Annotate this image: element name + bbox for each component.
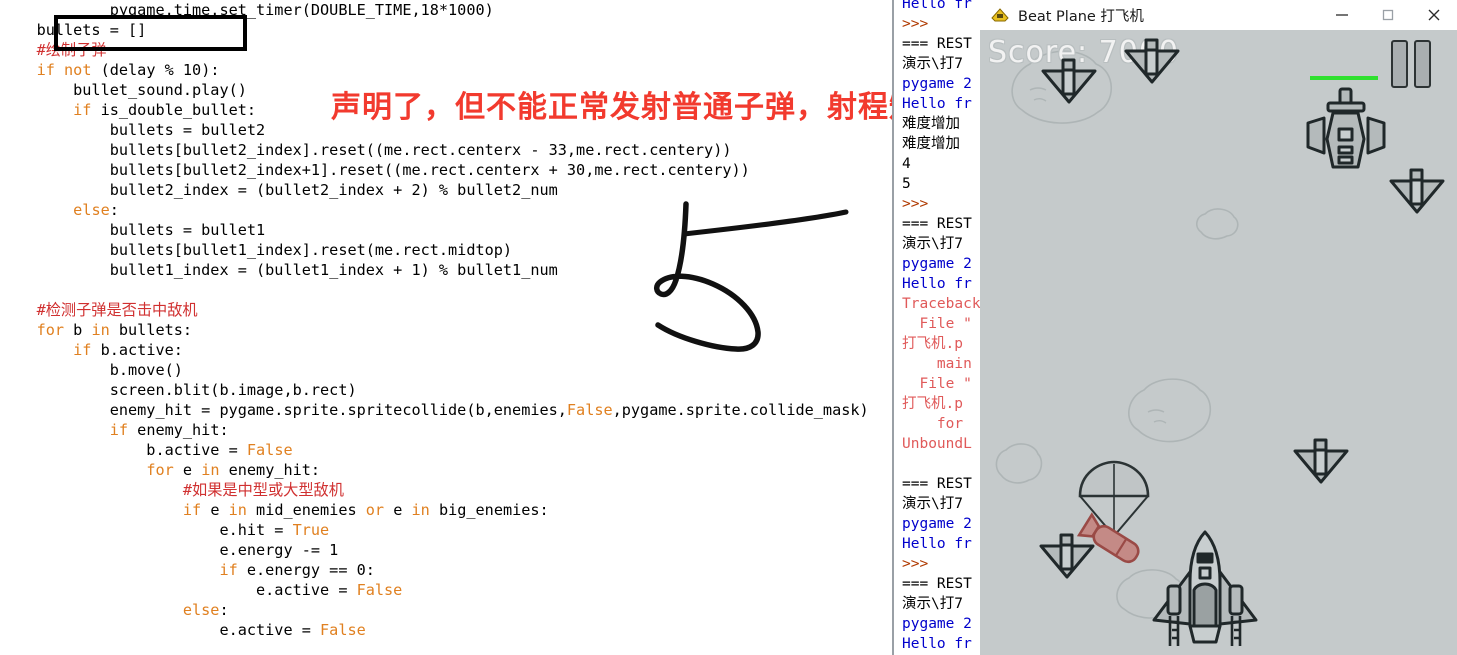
shell-line: Hello fr xyxy=(902,536,972,552)
shell-line: UnboundL xyxy=(902,436,972,452)
shell-line: === REST xyxy=(902,36,972,52)
red-text-annotation: 声明了，但不能正常发射普通子弹，射程短 xyxy=(331,90,892,125)
enemy-health-bar xyxy=(1310,76,1378,80)
maximize-button[interactable] xyxy=(1365,0,1411,30)
shell-line: Hello fr xyxy=(902,96,972,112)
code-line: bullet1_index = (bullet1_index + 1) % bu… xyxy=(0,261,558,279)
idle-shell-window[interactable]: Hello fr >>> === REST 演示\打7 pygame 2 Hello f… xyxy=(892,0,980,655)
shell-line: 4 xyxy=(902,156,911,172)
shell-line: 难度增加 xyxy=(902,116,960,132)
code-line: if enemy_hit: xyxy=(109,421,229,439)
shell-line: 演示\打7 xyxy=(902,236,963,252)
shell-line: 5 xyxy=(902,176,911,192)
shell-line: Traceback xyxy=(902,296,980,312)
shell-line: === REST xyxy=(902,216,972,232)
code-line: if b.active: xyxy=(73,341,183,359)
game-canvas[interactable]: Score: 7000 xyxy=(980,30,1457,655)
code-line: if not (delay % 10): xyxy=(36,61,220,79)
shell-line: 演示\打7 xyxy=(902,56,963,72)
shell-line: >>> xyxy=(902,196,937,212)
big-enemy-plane-sprite xyxy=(1306,87,1386,169)
code-line: enemy_hit = pygame.sprite.spritecollide(… xyxy=(0,401,869,419)
small-enemy-plane-sprite xyxy=(1041,58,1097,104)
parachute-supply-sprite xyxy=(1076,460,1150,564)
shell-line: 演示\打7 xyxy=(902,596,963,612)
code-line: else: xyxy=(182,601,229,619)
shell-line: === REST xyxy=(902,476,972,492)
shell-line: === REST xyxy=(902,576,972,592)
code-line: bullets[bullet1_index].reset(me.rect.mid… xyxy=(0,241,513,259)
code-line: bullet2_index = (bullet2_index + 2) % bu… xyxy=(0,181,558,199)
code-line: if e.energy == 0: xyxy=(219,561,375,579)
cloud-decoration xyxy=(1196,208,1239,240)
code-line: b.active = False xyxy=(0,441,293,459)
code-line: for b in bullets: xyxy=(36,321,193,339)
game-title-bar[interactable]: Beat Plane 打飞机 xyxy=(980,0,1457,30)
shell-line: for xyxy=(902,416,964,432)
highlight-box-annotation xyxy=(54,15,247,51)
player-ship-sprite xyxy=(1152,530,1258,646)
code-line: bullets[bullet2_index+1].reset((me.rect.… xyxy=(0,161,750,179)
code-line: b.move() xyxy=(0,361,183,379)
shell-line: Hello fr xyxy=(902,636,972,652)
shell-line: Hello fr xyxy=(902,0,972,12)
code-line: e.active = False xyxy=(0,581,403,599)
pause-bar-right xyxy=(1414,40,1431,88)
shell-line: Hello fr xyxy=(902,276,972,292)
game-window[interactable]: Beat Plane 打飞机 Score: 7000 xyxy=(980,0,1457,655)
code-line: e.energy -= 1 xyxy=(0,541,339,559)
small-enemy-plane-sprite xyxy=(1293,438,1349,484)
shell-line: pygame 2 xyxy=(902,616,972,632)
minimize-button[interactable] xyxy=(1319,0,1365,30)
code-line: else: xyxy=(73,201,119,219)
shell-line: >>> xyxy=(902,16,937,32)
close-button[interactable] xyxy=(1411,0,1457,30)
shell-line: pygame 2 xyxy=(902,516,972,532)
shell-output-text[interactable]: Hello fr >>> === REST 演示\打7 pygame 2 Hello f… xyxy=(902,0,980,654)
shell-line: 难度增加 xyxy=(902,136,960,152)
game-title-text: Beat Plane 打飞机 xyxy=(1018,8,1144,25)
code-line: bullets[bullet2_index].reset((me.rect.ce… xyxy=(0,141,732,159)
shell-line: File " xyxy=(902,316,972,332)
shell-line: 演示\打7 xyxy=(902,496,963,512)
code-line: #检测子弹是否击中敌机 xyxy=(0,301,198,319)
code-line: bullets = bullet1 xyxy=(0,221,266,239)
pause-bar-left xyxy=(1391,40,1408,88)
shell-line: File " xyxy=(902,376,972,392)
small-enemy-plane-sprite xyxy=(1389,168,1445,214)
code-line: e.active = False xyxy=(0,621,366,639)
shell-line: pygame 2 xyxy=(902,256,972,272)
window-controls[interactable] xyxy=(1319,0,1457,30)
app-icon xyxy=(991,8,1009,22)
shell-line: main xyxy=(902,356,972,372)
code-line: e.hit = True xyxy=(0,521,330,539)
shell-line: >>> xyxy=(902,556,937,572)
cloud-decoration xyxy=(1128,378,1212,443)
pause-button[interactable] xyxy=(1391,40,1435,88)
shell-line: 打飞机.p xyxy=(902,336,963,352)
shell-line: pygame 2 xyxy=(902,76,972,92)
code-line: for e in enemy_hit: xyxy=(146,461,321,479)
small-enemy-plane-sprite xyxy=(1124,38,1180,84)
cloud-decoration xyxy=(995,443,1043,484)
code-line: #如果是中型或大型敌机 xyxy=(0,481,344,499)
code-editor-window[interactable]: pygame.time.set_timer(DOUBLE_TIME,18*100… xyxy=(0,0,892,655)
code-line: if e in mid_enemies or e in big_enemies: xyxy=(182,501,549,519)
shell-line: 打飞机.p xyxy=(902,396,963,412)
code-line: screen.blit(b.image,b.rect) xyxy=(0,381,357,399)
